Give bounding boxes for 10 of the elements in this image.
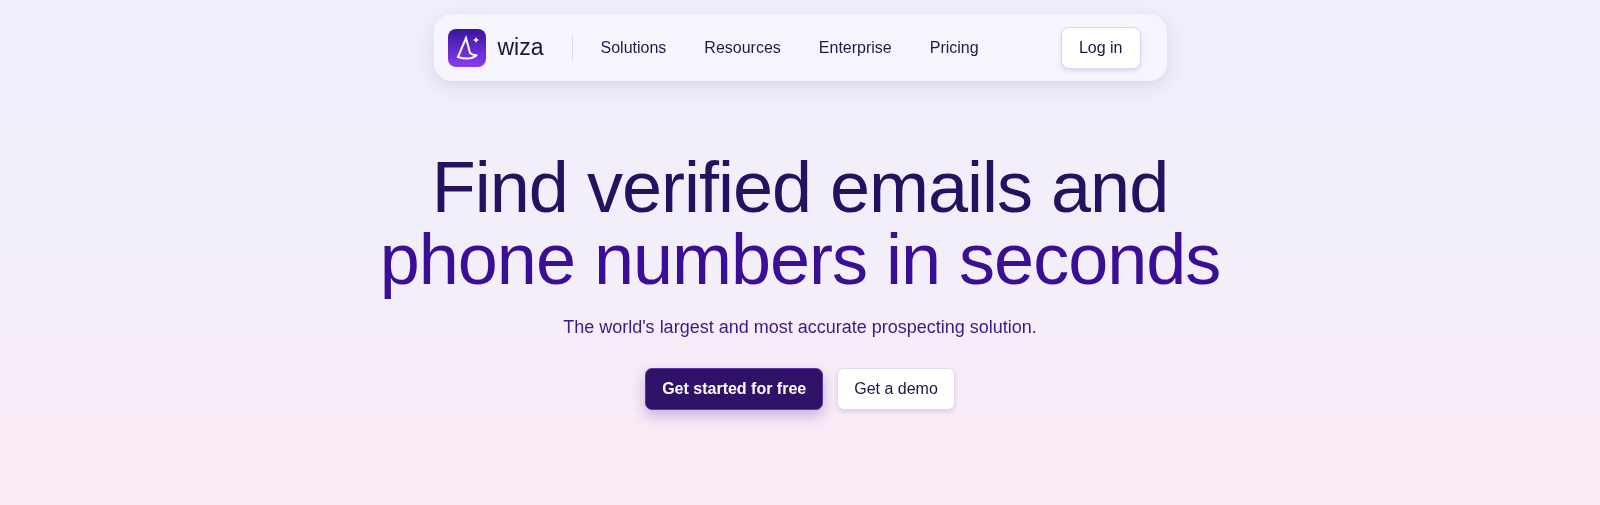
login-button[interactable]: Log in [1060,26,1141,69]
get-started-button[interactable]: Get started for free [645,368,824,410]
nav-link[interactable]: Resources [704,38,781,56]
nav-link[interactable]: Solutions [600,38,667,56]
nav-link[interactable]: Enterprise [818,38,892,56]
demo-button[interactable]: Get a demo [837,368,955,410]
brand-name: wiza [497,34,544,61]
wizard-hat-logo-icon[interactable] [447,28,486,67]
nav-link[interactable]: Pricing [929,38,979,56]
subtitle: The world's largest and most accurate prospecting solution. [563,317,1037,338]
